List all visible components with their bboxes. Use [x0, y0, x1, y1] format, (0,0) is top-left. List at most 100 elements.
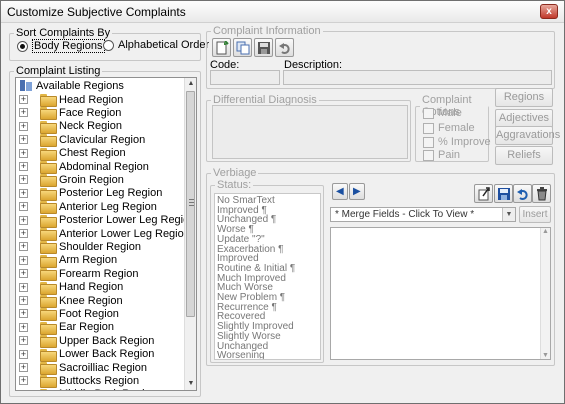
tree-item[interactable]: + Ear Region	[16, 321, 114, 335]
tree-item[interactable]: + Anterior Leg Region	[16, 200, 157, 215]
thumb-grip	[189, 205, 194, 206]
editor-scrollbar[interactable]: ▲ ▼	[540, 228, 550, 359]
tree-item-label: Face Region	[59, 106, 122, 119]
expand-plus-icon[interactable]: +	[19, 269, 28, 279]
expand-plus-icon[interactable]: +	[19, 242, 28, 252]
expand-plus-icon[interactable]: +	[19, 175, 28, 185]
expand-plus-icon[interactable]: +	[19, 349, 28, 359]
checkbox-box	[423, 149, 434, 161]
folder-icon	[40, 388, 55, 390]
folder-icon	[40, 120, 57, 134]
tree-item[interactable]: + Foot Region	[16, 307, 119, 322]
tree-item-label: Arm Region	[59, 254, 118, 267]
tree-item[interactable]: + Groin Region	[16, 173, 124, 188]
expand-plus-icon[interactable]: +	[19, 309, 28, 319]
tree-item[interactable]: + Neck Region	[16, 120, 122, 134]
copy-complaint-button[interactable]	[233, 38, 252, 57]
tree-item[interactable]: + Anterior Lower Leg Region	[16, 227, 190, 241]
expand-plus-icon[interactable]: +	[19, 229, 28, 238]
folder-icon	[40, 295, 57, 308]
expand-plus-icon[interactable]: +	[19, 121, 28, 131]
expand-plus-icon[interactable]: +	[19, 108, 28, 118]
reliefs-button[interactable]: Reliefs	[495, 146, 553, 165]
tree-item[interactable]: + Face Region	[16, 106, 122, 121]
chevron-down-icon[interactable]: ▼	[502, 208, 515, 221]
folder-icon	[40, 161, 57, 174]
region-tree[interactable]: Available Regions + Head Region + Face Regi…	[15, 77, 197, 391]
delete-verbiage-button[interactable]	[532, 184, 551, 203]
expand-plus-icon[interactable]: +	[19, 363, 28, 372]
scroll-down-icon[interactable]: ▼	[542, 352, 549, 359]
expand-plus-icon[interactable]: +	[19, 202, 28, 212]
insert-button[interactable]: Insert	[519, 206, 551, 223]
verbiage-editor[interactable]: ▲ ▼	[330, 227, 551, 360]
trash-icon	[537, 187, 547, 201]
aggravations-button[interactable]: Aggravations	[495, 126, 560, 145]
previous-button[interactable]: ◀	[332, 183, 348, 200]
new-complaint-button[interactable]	[212, 38, 231, 57]
tree-item[interactable]: + Chest Region	[16, 147, 126, 161]
improve-checkbox[interactable]: % Improve	[423, 136, 491, 148]
regions-button[interactable]: Regions	[495, 88, 553, 107]
tree-item[interactable]: + Knee Region	[16, 294, 123, 308]
expand-plus-icon[interactable]: +	[19, 95, 28, 104]
expand-plus-icon[interactable]: +	[19, 389, 28, 390]
tree-item[interactable]: + Middle Back Region	[16, 388, 157, 390]
undo-verbiage-button[interactable]	[513, 184, 532, 203]
body-regions-radio[interactable]: Body Regions	[17, 39, 105, 53]
tree-item[interactable]: + Clavicular Region	[16, 133, 145, 148]
undo-complaint-button[interactable]	[275, 38, 294, 57]
tree-item[interactable]: + Posterior Lower Leg Region	[16, 214, 195, 228]
expand-plus-icon[interactable]: +	[19, 296, 28, 305]
expand-plus-icon[interactable]: +	[19, 215, 28, 225]
expand-plus-icon[interactable]: +	[19, 376, 28, 386]
female-checkbox[interactable]: Female	[423, 122, 475, 134]
radio-dot	[103, 39, 114, 51]
expand-plus-icon[interactable]: +	[19, 255, 28, 265]
merge-fields-dropdown[interactable]: * Merge Fields - Click To View * ▼	[330, 207, 516, 222]
code-input[interactable]	[210, 70, 280, 85]
expand-plus-icon[interactable]: +	[19, 188, 28, 198]
tree-item-label: Posterior Leg Region	[59, 187, 163, 200]
tree-item[interactable]: + Posterior Leg Region	[16, 187, 163, 201]
expand-plus-icon[interactable]: +	[19, 282, 28, 292]
next-button[interactable]: ▶	[349, 183, 365, 200]
expand-plus-icon[interactable]: +	[19, 135, 28, 145]
expand-plus-icon[interactable]: +	[19, 322, 28, 332]
pain-checkbox[interactable]: Pain	[423, 149, 460, 161]
male-checkbox[interactable]: Male	[423, 107, 462, 119]
status-list[interactable]: No SmarText Improved ¶ Unchanged ¶ Worse ¶ U…	[214, 193, 321, 360]
tree-item[interactable]: + Head Region	[16, 93, 123, 107]
status-list-item[interactable]: Worsening	[217, 351, 265, 359]
checkbox-box	[423, 107, 434, 119]
folder-icon	[40, 228, 57, 241]
tree-item[interactable]: + Shoulder Region	[16, 240, 141, 255]
tree-item[interactable]: + Forearm Region	[16, 267, 139, 282]
description-input[interactable]	[283, 70, 552, 85]
expand-plus-icon[interactable]: +	[19, 336, 28, 346]
save-complaint-button[interactable]	[254, 38, 273, 57]
alphabetical-order-radio[interactable]: Alphabetical Order	[103, 39, 209, 51]
tree-item[interactable]: + Sacroilliac Region	[16, 361, 147, 375]
close-button[interactable]: x	[540, 4, 558, 19]
tree-item[interactable]: + Hand Region	[16, 281, 123, 295]
tree-item[interactable]: + Buttocks Region	[16, 374, 139, 389]
scroll-up-icon[interactable]: ▲	[185, 78, 196, 90]
tree-item[interactable]: + Arm Region	[16, 254, 118, 268]
tree-root[interactable]: Available Regions	[16, 79, 124, 92]
export-button[interactable]	[474, 184, 493, 203]
tree-scrollbar[interactable]: ▲ ▼	[184, 78, 196, 390]
save-icon	[258, 42, 270, 54]
scroll-thumb[interactable]	[186, 91, 195, 317]
folder-icon	[40, 147, 57, 161]
scroll-up-icon[interactable]: ▲	[542, 228, 549, 235]
tree-item-label: Forearm Region	[59, 267, 139, 280]
expand-plus-icon[interactable]: +	[19, 162, 28, 171]
scroll-down-icon[interactable]: ▼	[185, 378, 196, 390]
expand-plus-icon[interactable]: +	[19, 148, 28, 158]
tree-item[interactable]: + Abdominal Region	[16, 160, 149, 174]
tree-item[interactable]: + Upper Back Region	[16, 334, 154, 349]
differential-diagnosis-box[interactable]	[212, 105, 408, 159]
save-verbiage-button[interactable]	[494, 184, 513, 203]
tree-item[interactable]: + Lower Back Region	[16, 348, 154, 362]
